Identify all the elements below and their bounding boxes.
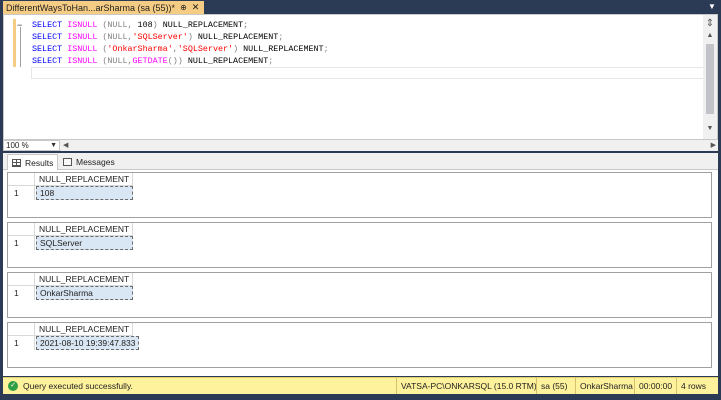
code-token: NULL_REPLACEMENT: [182, 56, 269, 66]
column-header[interactable]: NULL_REPLACEMENT: [35, 273, 133, 286]
code-token: ()): [167, 56, 183, 66]
current-line-highlight: [31, 67, 706, 79]
code-token: ;: [278, 32, 284, 42]
pin-icon[interactable]: ⊕: [180, 3, 187, 12]
tab-title: DifferentWaysToHan...arSharma (sa (55))*: [6, 2, 176, 13]
code-token: SELECT: [32, 44, 63, 54]
code-token: 108: [132, 20, 153, 30]
code-token: ISNULL: [67, 20, 98, 30]
code-token: ;: [323, 44, 329, 54]
success-check-icon: ✓: [8, 381, 18, 391]
code-token: ISNULL: [67, 44, 98, 54]
query-status-bar: ✓ Query executed successfully. VATSA-PC\…: [3, 377, 718, 394]
row-number[interactable]: 1: [8, 336, 35, 350]
code-token: NULL_REPLACEMENT: [157, 20, 244, 30]
scroll-left-icon[interactable]: ◀: [63, 140, 68, 151]
code-text[interactable]: SELECT ISNULL (NULL, 108) NULL_REPLACEME…: [32, 19, 329, 67]
result-cell[interactable]: 2021-08-10 19:39:47.833: [36, 336, 139, 350]
split-editor-icon[interactable]: ⇕: [704, 18, 716, 30]
query-document-tab[interactable]: DifferentWaysToHan...arSharma (sa (55))*…: [3, 1, 204, 14]
code-line[interactable]: SELECT ISNULL (NULL,GETDATE()) NULL_REPL…: [32, 55, 329, 67]
window-bottom-edge: [0, 394, 721, 400]
result-cell[interactable]: SQLServer: [36, 236, 133, 250]
code-token: ISNULL: [67, 32, 98, 42]
row-header-corner[interactable]: [8, 273, 35, 286]
code-token: SELECT: [32, 56, 63, 66]
row-header-corner[interactable]: [8, 173, 35, 186]
result-grid[interactable]: NULL_REPLACEMENT 1 OnkarSharma: [7, 272, 712, 318]
outline-line: [20, 27, 21, 67]
editor-bottom-bar: 100 % ▼ ◀ ▶: [3, 140, 718, 151]
code-token: SELECT: [32, 20, 63, 30]
row-header-corner[interactable]: [8, 323, 35, 336]
status-message: Query executed successfully.: [23, 381, 133, 391]
editor-vertical-scrollbar[interactable]: ⇕ ▲ ▼: [703, 15, 717, 139]
change-tracking-bar: [13, 19, 16, 67]
code-line[interactable]: SELECT ISNULL (NULL, 108) NULL_REPLACEME…: [32, 19, 329, 31]
code-token: GETDATE: [132, 56, 168, 66]
status-session: sa (55): [536, 378, 567, 394]
code-token: ;: [268, 56, 274, 66]
code-token: NULL_REPLACEMENT: [192, 32, 279, 42]
code-token: (NULL,: [102, 56, 133, 66]
code-token: 'OnkarSharma': [107, 44, 173, 54]
status-elapsed: 00:00:00: [634, 378, 672, 394]
query-editor[interactable]: − SELECT ISNULL (NULL, 108) NULL_REPLACE…: [3, 14, 718, 140]
collapse-icon[interactable]: −: [17, 20, 22, 30]
zoom-value: 100 %: [6, 141, 29, 150]
grid-icon: [12, 158, 21, 167]
tab-messages-label: Messages: [76, 157, 115, 167]
status-server: VATSA-PC\ONKARSQL (15.0 RTM): [396, 378, 537, 394]
chevron-down-icon: ▼: [50, 142, 57, 149]
result-cell[interactable]: OnkarSharma: [36, 286, 133, 300]
results-panel: NULL_REPLACEMENT 1 108 NULL_REPLACEMENT …: [3, 170, 718, 376]
scroll-down-icon[interactable]: ▼: [704, 125, 716, 135]
result-cell[interactable]: 108: [36, 186, 133, 200]
code-token: SELECT: [32, 32, 63, 42]
tab-results[interactable]: Results: [7, 154, 59, 170]
messages-icon: [63, 158, 72, 166]
scroll-thumb[interactable]: [706, 44, 714, 114]
status-database: OnkarSharma: [575, 378, 633, 394]
code-token: 'SQLServer': [177, 44, 234, 54]
code-token: (NULL,: [102, 20, 133, 30]
status-rows: 4 rows: [676, 378, 706, 394]
column-header[interactable]: NULL_REPLACEMENT: [35, 173, 133, 186]
code-line[interactable]: SELECT ISNULL ('OnkarSharma','SQLServer'…: [32, 43, 329, 55]
scroll-up-icon[interactable]: ▲: [704, 32, 716, 42]
column-header[interactable]: NULL_REPLACEMENT: [35, 223, 133, 236]
editor-gutter: [4, 15, 16, 139]
code-token: 'SQLServer': [132, 32, 188, 42]
code-line[interactable]: SELECT ISNULL (NULL,'SQLServer') NULL_RE…: [32, 31, 329, 43]
results-tab-strip: Results Messages: [3, 153, 718, 170]
result-grid[interactable]: NULL_REPLACEMENT 1 2021-08-10 19:39:47.8…: [7, 322, 712, 368]
tab-overflow-dropdown-icon[interactable]: ▼: [706, 1, 718, 13]
editor-horizontal-scrollbar[interactable]: ◀ ▶: [61, 140, 718, 151]
code-token: ;: [243, 20, 249, 30]
code-token: ISNULL: [67, 56, 98, 66]
code-token: (NULL,: [102, 32, 133, 42]
row-number[interactable]: 1: [8, 286, 35, 300]
tab-messages[interactable]: Messages: [59, 154, 119, 170]
row-number[interactable]: 1: [8, 236, 35, 250]
close-tab-icon[interactable]: ✕: [192, 2, 200, 13]
document-tab-strip: DifferentWaysToHan...arSharma (sa (55))*…: [0, 0, 721, 14]
zoom-dropdown[interactable]: 100 % ▼: [3, 140, 60, 151]
column-header[interactable]: NULL_REPLACEMENT: [35, 323, 133, 336]
row-number[interactable]: 1: [8, 186, 35, 200]
row-header-corner[interactable]: [8, 223, 35, 236]
code-token: NULL_REPLACEMENT: [238, 44, 324, 54]
scroll-right-icon[interactable]: ▶: [711, 140, 716, 151]
result-grid[interactable]: NULL_REPLACEMENT 1 SQLServer: [7, 222, 712, 268]
result-grid[interactable]: NULL_REPLACEMENT 1 108: [7, 172, 712, 218]
tab-results-label: Results: [25, 157, 54, 168]
